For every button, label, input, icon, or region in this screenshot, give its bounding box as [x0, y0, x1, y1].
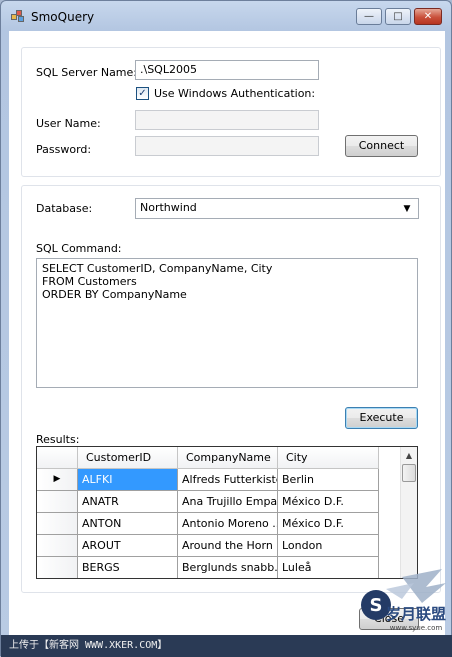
- scrollbar-thumb[interactable]: [402, 464, 416, 482]
- table-row[interactable]: ▶ ALFKI Alfreds Futterkiste Berlin: [37, 469, 403, 491]
- table-cell[interactable]: ANATR: [78, 491, 178, 513]
- app-icon: [11, 10, 25, 22]
- title-bar[interactable]: SmoQuery — □ ✕: [1, 1, 451, 31]
- results-grid[interactable]: CustomerID CompanyName City ▶ ALFKI Alfr…: [36, 446, 418, 579]
- app-window: SmoQuery — □ ✕ SQL Server Name: .\SQL200…: [0, 0, 452, 657]
- server-name-input[interactable]: .\SQL2005: [135, 60, 319, 80]
- windows-auth-checkbox[interactable]: ✓: [136, 87, 149, 100]
- row-header[interactable]: [37, 557, 78, 578]
- windows-auth-label: Use Windows Authentication:: [154, 87, 316, 100]
- column-header-customerid[interactable]: CustomerID: [78, 447, 178, 469]
- grid-header-row: CustomerID CompanyName City: [37, 447, 403, 469]
- current-row-marker-icon: ▶: [37, 469, 78, 491]
- dropdown-arrow-icon[interactable]: ▼: [400, 201, 414, 217]
- svg-text:岁月联盟: 岁月联盟: [386, 605, 446, 623]
- table-cell[interactable]: London: [278, 535, 379, 557]
- table-row[interactable]: BERGS Berglunds snabb... Luleå: [37, 557, 403, 578]
- close-window-button[interactable]: ✕: [414, 8, 442, 25]
- table-row[interactable]: ANTON Antonio Moreno ... México D.F.: [37, 513, 403, 535]
- results-label: Results:: [36, 433, 80, 446]
- maximize-button[interactable]: □: [385, 8, 411, 25]
- scroll-up-icon[interactable]: ▲: [401, 447, 417, 464]
- row-header[interactable]: [37, 491, 78, 513]
- table-cell[interactable]: Alfreds Futterkiste: [178, 469, 278, 491]
- column-header-city[interactable]: City: [278, 447, 379, 469]
- password-input[interactable]: [135, 136, 319, 156]
- server-name-label: SQL Server Name:: [36, 66, 137, 79]
- row-header[interactable]: [37, 535, 78, 557]
- table-cell[interactable]: BERGS: [78, 557, 178, 578]
- table-row[interactable]: AROUT Around the Horn London: [37, 535, 403, 557]
- sql-command-textarea[interactable]: SELECT CustomerID, CompanyName, City FRO…: [36, 258, 418, 388]
- grid-vertical-scrollbar[interactable]: ▲: [400, 447, 417, 578]
- watermark-logo: S 岁月联盟 www.syue.com: [361, 569, 446, 632]
- table-cell[interactable]: AROUT: [78, 535, 178, 557]
- table-cell[interactable]: ANTON: [78, 513, 178, 535]
- table-cell[interactable]: Berlin: [278, 469, 379, 491]
- database-value: Northwind: [140, 201, 197, 214]
- table-cell[interactable]: México D.F.: [278, 491, 379, 513]
- sql-command-label: SQL Command:: [36, 242, 122, 255]
- table-cell[interactable]: ALFKI: [78, 469, 178, 491]
- upload-footer: 上传于【新客网 WWW.XKER.COM】: [1, 635, 452, 657]
- row-header[interactable]: [37, 513, 78, 535]
- table-row[interactable]: ANATR Ana Trujillo Empa... México D.F.: [37, 491, 403, 513]
- svg-text:www.syue.com: www.syue.com: [390, 624, 443, 632]
- table-cell[interactable]: Berglunds snabb...: [178, 557, 278, 578]
- svg-text:S: S: [370, 595, 383, 616]
- table-cell[interactable]: Around the Horn: [178, 535, 278, 557]
- password-label: Password:: [36, 143, 92, 156]
- connect-button[interactable]: Connect: [345, 135, 418, 157]
- table-cell[interactable]: Antonio Moreno ...: [178, 513, 278, 535]
- column-header-companyname[interactable]: CompanyName: [178, 447, 278, 469]
- table-cell[interactable]: México D.F.: [278, 513, 379, 535]
- database-label: Database:: [36, 202, 93, 215]
- window-title: SmoQuery: [31, 10, 95, 24]
- user-name-label: User Name:: [36, 117, 101, 130]
- minimize-button[interactable]: —: [356, 8, 382, 25]
- table-cell[interactable]: Ana Trujillo Empa...: [178, 491, 278, 513]
- user-name-input[interactable]: [135, 110, 319, 130]
- execute-button[interactable]: Execute: [345, 407, 418, 429]
- database-select[interactable]: Northwind ▼: [135, 198, 419, 219]
- grid-corner-header: [37, 447, 78, 469]
